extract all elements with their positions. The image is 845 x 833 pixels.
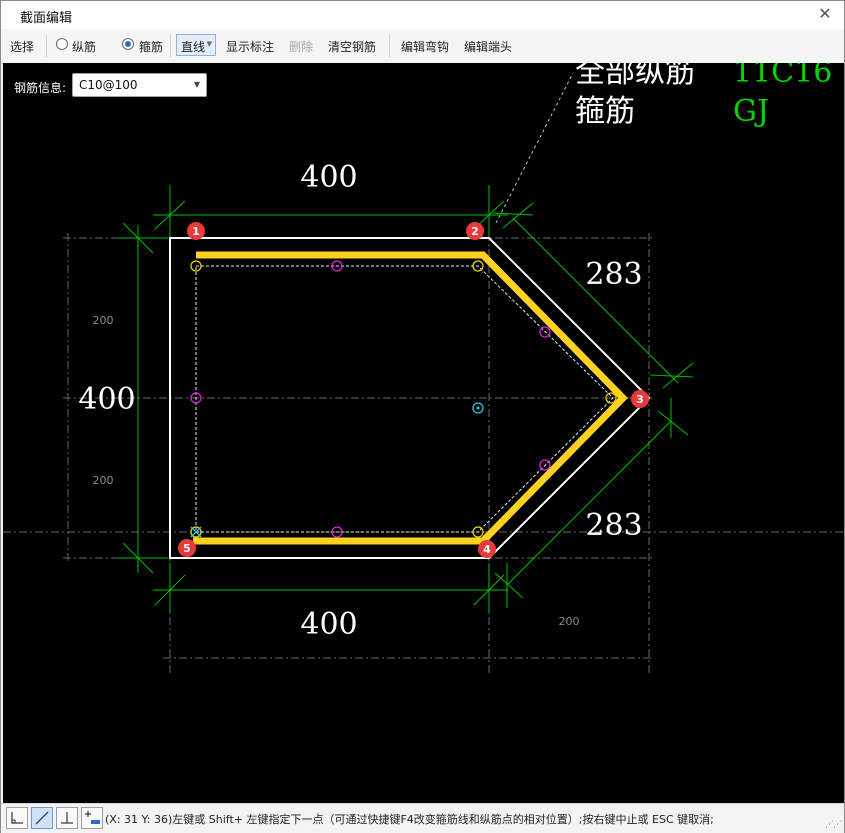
rebar-legend: 全部纵筋 11C16 箍筋 GJ [575,63,832,129]
legend-longitudinal-value: 11C16 [733,63,832,90]
perpendicular-mode-button[interactable] [56,807,78,829]
rebar-info-label: 钢筋信息: [14,81,67,95]
legend-stirrup-value: GJ [733,94,769,129]
longitudinal-radio-label[interactable]: 纵筋 [72,38,96,55]
title-bar: 截面编辑 ✕ [1,1,844,29]
dim-lower-slope: 283 [585,508,642,543]
add-point-button[interactable] [81,807,103,829]
rebar-info-value: C10@100 [79,78,138,92]
edit-end-button[interactable]: 编辑端头 [464,38,512,55]
small-dimension-texts: 200 200 200 [93,314,580,628]
line-mode-icon [35,811,49,825]
line-mode-button[interactable] [31,807,53,829]
legend-leader-line [495,72,574,224]
window-title: 截面编辑 [20,11,73,26]
legend-stirrup-label: 箍筋 [575,94,635,129]
line-mode-dropdown[interactable]: 直线 ▼ [176,34,216,56]
toolbar-divider [46,35,47,57]
close-icon[interactable]: ✕ [816,4,834,24]
vertex-marker-label: 5 [183,542,191,555]
stirrup-helper-line [195,265,614,533]
add-point-icon [85,811,100,824]
toolbar-divider [389,35,390,57]
vertex-markers: 1 2 3 4 5 [178,222,649,558]
clear-rebar-button[interactable]: 清空钢筋 [328,38,376,55]
perpendicular-mode-icon [61,812,73,824]
vertex-marker-label: 2 [471,225,479,238]
show-dims-button[interactable]: 显示标注 [226,38,274,55]
vertex-marker-label: 1 [192,225,200,238]
chevron-down-icon: ▼ [206,40,212,48]
section-editor-window: 截面编辑 ✕ 选择 纵筋 箍筋 直线 ▼ 显示标注 删除 清空钢筋 编辑弯钩 编… [0,0,845,833]
longitudinal-radio[interactable] [56,38,68,50]
dim-left: 400 [78,382,135,417]
toolbar: 选择 纵筋 箍筋 直线 ▼ 显示标注 删除 清空钢筋 编辑弯钩 编辑端头 [1,29,844,64]
select-button[interactable]: 选择 [10,38,34,55]
line-mode-value: 直线 [181,40,206,54]
reference-grid [3,233,844,673]
stirrup-radio-label[interactable]: 箍筋 [139,38,163,55]
dim-bottom: 400 [300,607,357,642]
toolbar-divider [170,35,171,57]
legend-longitudinal-label: 全部纵筋 [575,63,695,90]
dim-top: 400 [300,160,357,195]
vertex-marker-label: 4 [483,543,491,556]
rebar-point-center [476,406,480,410]
drawing-canvas[interactable]: 1 2 3 4 5 400 400 400 283 283 200 200 20… [3,63,844,803]
section-drawing: 1 2 3 4 5 400 400 400 283 283 200 200 20… [3,63,844,673]
dim-upper-slope: 283 [585,257,642,292]
dim-small-left-lower: 200 [93,474,114,487]
dim-small-left-upper: 200 [93,314,114,327]
resize-grip-icon[interactable]: ⋰⋰ [825,820,842,830]
orthogonal-mode-button[interactable] [6,807,28,829]
vertex-marker-label: 3 [636,393,644,406]
dimension-texts: 400 400 400 283 283 [78,160,642,642]
delete-button[interactable]: 删除 [289,38,313,55]
status-message: (X: 31 Y: 36)左键或 Shift+ 左键指定下一点（可通过快捷键F4… [105,813,714,826]
orthogonal-mode-icon [11,812,23,824]
rebar-info-select[interactable]: C10@100 ▼ [72,73,207,97]
edit-hook-button[interactable]: 编辑弯钩 [401,38,449,55]
stirrup-radio[interactable] [122,38,134,50]
chevron-down-icon: ▼ [193,80,200,89]
status-bar: (X: 31 Y: 36)左键或 Shift+ 左键指定下一点（可通过快捷键F4… [1,803,844,833]
dim-small-bottom-right: 200 [559,615,580,628]
